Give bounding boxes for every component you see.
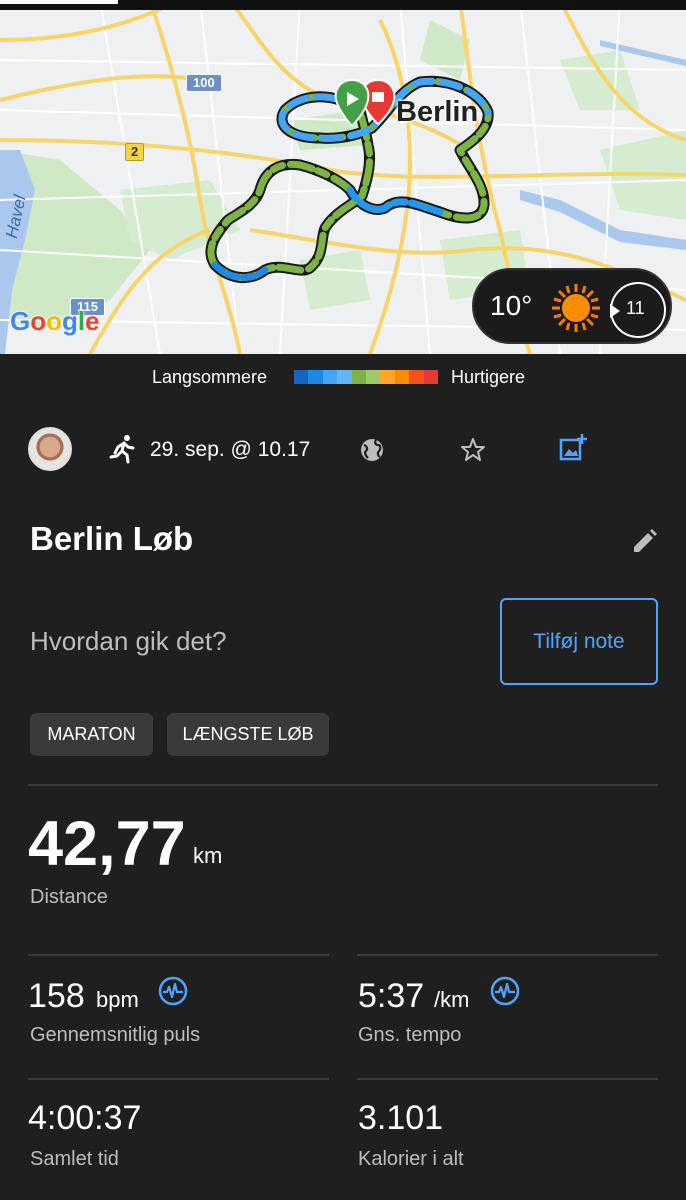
google-logo-letter: g xyxy=(62,306,78,336)
heart-rate-unit: bpm xyxy=(96,987,139,1012)
total-time-label: Samlet tid xyxy=(30,1148,119,1170)
distance-unit: km xyxy=(193,843,223,868)
activity-meta-row: 29. sep. @ 10.17 xyxy=(0,420,686,480)
pace-unit: /km xyxy=(434,987,470,1012)
calories-value: 3.101 xyxy=(358,1099,444,1137)
status-bar xyxy=(0,0,686,10)
note-prompt: Hvordan gik det? xyxy=(30,626,227,656)
divider xyxy=(357,954,658,956)
legend-swatch xyxy=(380,370,395,384)
divider xyxy=(28,954,329,956)
globe-icon[interactable] xyxy=(358,436,386,464)
map-city-label: Berlin xyxy=(396,96,479,128)
heart-rate-value: 158 xyxy=(28,977,85,1015)
activity-date: 29. sep. @ 10.17 xyxy=(150,438,311,461)
running-icon xyxy=(109,435,135,464)
road-shield: 100 xyxy=(186,74,222,92)
legend-swatch xyxy=(308,370,323,384)
legend-fast-label: Hurtigere xyxy=(451,367,526,387)
legend-color-bar xyxy=(294,370,439,384)
add-note-button[interactable]: Tilføj note xyxy=(500,598,658,685)
google-logo: Google xyxy=(10,306,100,337)
pace-chart-icon[interactable] xyxy=(489,975,521,1007)
weather-temperature: 10° xyxy=(490,290,533,321)
legend-swatch xyxy=(423,370,439,384)
legend-swatch xyxy=(351,370,367,384)
pace-value: 5:37 xyxy=(358,977,425,1015)
legend-slow-label: Langsommere xyxy=(152,367,268,387)
avatar[interactable] xyxy=(28,427,72,471)
route-map[interactable]: Berlin Havel 100 2 115 Google 10° 11 xyxy=(0,0,686,354)
heart-rate-chart-icon[interactable] xyxy=(157,975,189,1007)
heart-rate-label: Gennemsnitlig puls xyxy=(30,1024,201,1046)
star-icon[interactable] xyxy=(459,436,487,464)
distance-label: Distance xyxy=(30,886,108,908)
pace-label: Gns. tempo xyxy=(358,1024,462,1046)
divider xyxy=(28,1078,329,1080)
google-logo-letter: o xyxy=(46,306,63,336)
weather-widget[interactable]: 10° 11 xyxy=(472,268,672,344)
pencil-icon[interactable] xyxy=(630,528,658,556)
sun-icon xyxy=(552,284,600,332)
divider xyxy=(28,784,658,786)
distance-value: 42,77 xyxy=(28,809,186,879)
google-logo-letter: o xyxy=(30,306,47,336)
legend-swatch xyxy=(394,370,410,384)
divider xyxy=(357,1078,658,1080)
tag-chip[interactable]: LÆNGSTE LØB xyxy=(167,713,329,756)
legend-swatch xyxy=(322,370,338,384)
legend-swatch xyxy=(366,370,381,384)
wind-indicator: 11 xyxy=(610,282,666,338)
google-logo-letter: e xyxy=(85,306,100,336)
road-shield: 2 xyxy=(125,143,145,161)
pace-legend: Langsommere Hurtigere xyxy=(0,354,686,404)
legend-swatch xyxy=(294,370,309,384)
legend-swatch xyxy=(409,370,424,384)
total-time-value: 4:00:37 xyxy=(28,1099,142,1137)
google-logo-letter: G xyxy=(10,306,31,336)
legend-swatch xyxy=(337,370,352,384)
tag-chip[interactable]: MARATON xyxy=(30,713,153,756)
activity-title: Berlin Løb xyxy=(30,520,194,557)
wind-direction-icon xyxy=(610,304,620,318)
wind-speed: 11 xyxy=(626,298,645,318)
calories-label: Kalorier i alt xyxy=(358,1148,464,1170)
add-photo-icon[interactable] xyxy=(558,432,588,462)
